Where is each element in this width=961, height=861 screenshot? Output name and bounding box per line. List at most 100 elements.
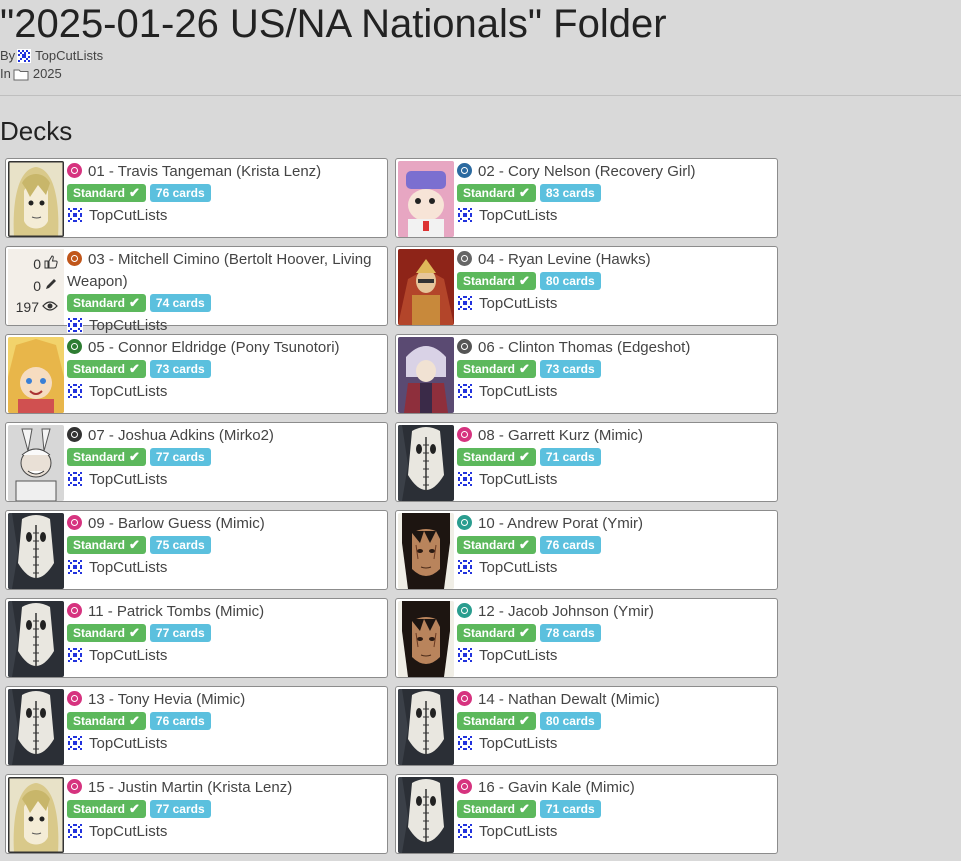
- deck-card[interactable]: 16 - Gavin Kale (Mimic) Standard ✔ 71 ca…: [395, 774, 778, 854]
- deck-thumbnail[interactable]: [8, 161, 64, 237]
- format-badge: Standard ✔: [457, 184, 536, 202]
- deck-info: 15 - Justin Martin (Krista Lenz) Standar…: [67, 777, 381, 841]
- thumbs-up-icon[interactable]: [44, 255, 58, 272]
- deck-card[interactable]: 0 0 197 03 - Mitchell Cimino (Bertolt Ho…: [5, 246, 388, 334]
- deck-thumbnail[interactable]: [8, 689, 64, 765]
- likes-stat: 0: [33, 255, 58, 272]
- deck-card[interactable]: 08 - Garrett Kurz (Mimic) Standard ✔ 71 …: [395, 422, 778, 502]
- deck-title-link[interactable]: 07 - Joshua Adkins (Mirko2): [88, 427, 274, 444]
- author-link[interactable]: TopCutLists: [479, 471, 557, 488]
- deck-thumbnail[interactable]: [398, 161, 454, 237]
- checkmark-icon: ✔: [519, 625, 530, 640]
- user-avatar-icon[interactable]: [457, 559, 473, 575]
- deck-title-link[interactable]: 04 - Ryan Levine (Hawks): [478, 251, 651, 268]
- deck-thumbnail[interactable]: [398, 689, 454, 765]
- user-avatar-icon[interactable]: [457, 295, 473, 311]
- deck-card[interactable]: 13 - Tony Hevia (Mimic) Standard ✔ 76 ca…: [5, 686, 388, 766]
- author-link[interactable]: TopCutLists: [479, 207, 557, 224]
- user-avatar-icon[interactable]: [67, 735, 83, 751]
- format-badge: Standard ✔: [67, 536, 146, 554]
- deck-title-link[interactable]: 15 - Justin Martin (Krista Lenz): [88, 779, 292, 796]
- deck-card[interactable]: 10 - Andrew Porat (Ymir) Standard ✔ 76 c…: [395, 510, 778, 590]
- deck-card[interactable]: 15 - Justin Martin (Krista Lenz) Standar…: [5, 774, 388, 854]
- deck-card[interactable]: 02 - Cory Nelson (Recovery Girl) Standar…: [395, 158, 778, 238]
- user-avatar-icon[interactable]: [67, 207, 83, 223]
- deck-title-row: 07 - Joshua Adkins (Mirko2): [67, 425, 381, 447]
- author-link[interactable]: TopCutLists: [89, 383, 167, 400]
- user-avatar-icon[interactable]: [457, 823, 473, 839]
- author-link[interactable]: TopCutLists: [479, 383, 557, 400]
- deck-card[interactable]: 09 - Barlow Guess (Mimic) Standard ✔ 75 …: [5, 510, 388, 590]
- deck-thumbnail[interactable]: [8, 777, 64, 853]
- deck-title-link[interactable]: 14 - Nathan Dewalt (Mimic): [478, 691, 660, 708]
- deck-thumbnail[interactable]: [8, 337, 64, 413]
- deck-title-link[interactable]: 02 - Cory Nelson (Recovery Girl): [478, 163, 696, 180]
- user-avatar-icon[interactable]: [67, 471, 83, 487]
- user-avatar-icon[interactable]: [17, 48, 32, 63]
- checkmark-icon: ✔: [129, 801, 140, 816]
- author-link[interactable]: TopCutLists: [479, 823, 557, 840]
- user-avatar-icon[interactable]: [67, 823, 83, 839]
- author-link[interactable]: TopCutLists: [89, 823, 167, 840]
- deck-title-link[interactable]: 08 - Garrett Kurz (Mimic): [478, 427, 643, 444]
- deck-title-link[interactable]: 03 - Mitchell Cimino (Bertolt Hoover, Li…: [67, 251, 371, 290]
- deck-thumbnail[interactable]: [398, 601, 454, 677]
- deck-title-link[interactable]: 01 - Travis Tangeman (Krista Lenz): [88, 163, 321, 180]
- deck-title-link[interactable]: 13 - Tony Hevia (Mimic): [88, 691, 245, 708]
- author-link[interactable]: TopCutLists: [89, 207, 167, 224]
- deck-card[interactable]: 04 - Ryan Levine (Hawks) Standard ✔ 80 c…: [395, 246, 778, 326]
- deck-card[interactable]: 06 - Clinton Thomas (Edgeshot) Standard …: [395, 334, 778, 414]
- user-avatar-icon[interactable]: [457, 647, 473, 663]
- format-badge: Standard ✔: [457, 272, 536, 290]
- deck-thumbnail[interactable]: [398, 425, 454, 501]
- user-avatar-icon[interactable]: [67, 647, 83, 663]
- deck-thumbnail[interactable]: [398, 513, 454, 589]
- author-link[interactable]: TopCutLists: [479, 559, 557, 576]
- author-link[interactable]: TopCutLists: [479, 295, 557, 312]
- deck-thumbnail[interactable]: [398, 249, 454, 325]
- deck-thumbnail[interactable]: [398, 777, 454, 853]
- author-link[interactable]: TopCutLists: [89, 471, 167, 488]
- deck-card[interactable]: 05 - Connor Eldridge (Pony Tsunotori) St…: [5, 334, 388, 414]
- card-count-badge: 76 cards: [539, 536, 601, 554]
- deck-badges: Standard ✔ 77 cards: [67, 800, 381, 818]
- format-badge: Standard ✔: [457, 448, 536, 466]
- user-avatar-icon[interactable]: [457, 471, 473, 487]
- deck-title-link[interactable]: 06 - Clinton Thomas (Edgeshot): [478, 339, 690, 356]
- user-avatar-icon[interactable]: [457, 207, 473, 223]
- deck-thumbnail[interactable]: [8, 513, 64, 589]
- deck-card[interactable]: 12 - Jacob Johnson (Ymir) Standard ✔ 78 …: [395, 598, 778, 678]
- deck-card[interactable]: 07 - Joshua Adkins (Mirko2) Standard ✔ 7…: [5, 422, 388, 502]
- author-link[interactable]: TopCutLists: [89, 647, 167, 664]
- card-count-badge: 71 cards: [539, 800, 601, 818]
- deck-thumbnail[interactable]: [8, 601, 64, 677]
- deck-card[interactable]: 01 - Travis Tangeman (Krista Lenz) Stand…: [5, 158, 388, 238]
- author-link[interactable]: TopCutLists: [479, 735, 557, 752]
- deck-title-link[interactable]: 05 - Connor Eldridge (Pony Tsunotori): [88, 339, 340, 356]
- deck-thumbnail[interactable]: [398, 337, 454, 413]
- author-link[interactable]: TopCutLists: [479, 647, 557, 664]
- deck-title-link[interactable]: 16 - Gavin Kale (Mimic): [478, 779, 635, 796]
- deck-thumbnail[interactable]: [8, 425, 64, 501]
- deck-title-link[interactable]: 11 - Patrick Tombs (Mimic): [88, 603, 264, 620]
- deck-title-link[interactable]: 12 - Jacob Johnson (Ymir): [478, 603, 654, 620]
- user-avatar-icon[interactable]: [67, 317, 83, 333]
- deck-author: TopCutLists: [67, 645, 381, 665]
- user-avatar-icon[interactable]: [457, 383, 473, 399]
- author-link[interactable]: TopCutLists: [89, 559, 167, 576]
- author-link[interactable]: TopCutLists: [35, 48, 103, 63]
- deck-badges: Standard ✔ 76 cards: [457, 536, 771, 554]
- deck-title-link[interactable]: 10 - Andrew Porat (Ymir): [478, 515, 643, 532]
- author-link[interactable]: TopCutLists: [89, 317, 167, 334]
- deck-badges: Standard ✔ 73 cards: [457, 360, 771, 378]
- deck-title-link[interactable]: 09 - Barlow Guess (Mimic): [88, 515, 265, 532]
- author-link[interactable]: TopCutLists: [89, 735, 167, 752]
- faction-icon: [67, 251, 82, 266]
- deck-title-row: 11 - Patrick Tombs (Mimic): [67, 601, 381, 623]
- folder-link[interactable]: 2025: [33, 66, 62, 81]
- user-avatar-icon[interactable]: [67, 559, 83, 575]
- deck-card[interactable]: 11 - Patrick Tombs (Mimic) Standard ✔ 77…: [5, 598, 388, 678]
- user-avatar-icon[interactable]: [457, 735, 473, 751]
- user-avatar-icon[interactable]: [67, 383, 83, 399]
- deck-card[interactable]: 14 - Nathan Dewalt (Mimic) Standard ✔ 80…: [395, 686, 778, 766]
